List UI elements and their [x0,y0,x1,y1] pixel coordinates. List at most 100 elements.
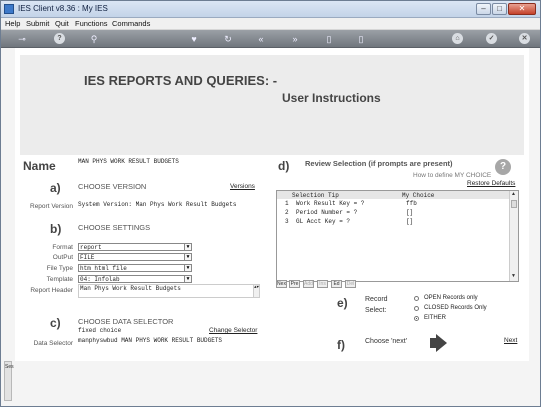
next-link[interactable]: Next [504,337,517,344]
delete-row-button[interactable]: Del [345,280,356,288]
close-icon[interactable]: ✕ [519,33,530,44]
session-tab[interactable]: Ses [5,364,14,370]
closed-records-radio[interactable] [414,306,419,311]
title-bar: IES Client v8.36 : My IES – □ ✕ [1,1,540,18]
edit-row-button[interactable]: Ed [331,280,342,288]
col-selection-tip: Selection Tip [292,192,339,199]
file-type-select[interactable]: htm html file ▼ [78,264,192,272]
output-select[interactable]: FILE ▼ [78,253,192,261]
close-window-button[interactable]: ✕ [508,3,536,15]
menu-help[interactable]: Help [5,19,20,28]
section-e-letter: e) [337,296,348,310]
fixed-choice-value: fixed choice [78,327,122,334]
insert-row-button[interactable]: Ins [317,280,328,288]
row-2-tip: Period Number = ? [296,209,358,216]
key-icon[interactable]: ⊸ [11,32,33,46]
chevron-down-icon: ▼ [184,244,191,250]
template-label: Template [46,276,73,283]
minimize-button[interactable]: – [476,3,491,15]
page-title: IES REPORTS AND QUERIES: - [84,73,278,88]
restore-defaults-link[interactable]: Restore Defaults [467,180,515,187]
help-icon[interactable]: ? [54,33,65,44]
menu-submit[interactable]: Submit [26,19,49,28]
report-header-input[interactable]: Man Phys Work Result Budgets ▲▼ [78,284,260,298]
section-d-letter: d) [278,159,290,173]
name-value: MAN PHYS WORK RESULT BUDGETS [78,158,179,165]
rewind-icon[interactable]: « [254,32,268,46]
output-label: OutPut [52,254,73,261]
home-icon[interactable]: ⌂ [452,33,463,44]
session-sidebar[interactable]: Ses [4,361,14,401]
row-1-choice[interactable]: ffb [406,200,417,207]
heart-icon[interactable]: ♥ [187,32,201,46]
section-a-letter: a) [50,181,61,195]
help-icon[interactable]: ? [495,159,511,175]
header-band: IES REPORTS AND QUERIES: - User Instruct… [20,55,524,155]
format-label: Format [52,244,73,251]
stop-icon-2[interactable]: ▯ [354,32,368,46]
choose-settings-heading: CHOOSE SETTINGS [78,223,151,232]
forward-icon[interactable]: » [288,32,302,46]
col-my-choice: My Choice [402,192,435,199]
scroll-thumb[interactable] [511,200,517,208]
scroll-up-icon[interactable]: ▲ [511,191,516,197]
report-version-value: System Version: Man Phys Work Result Bud… [78,201,237,208]
next-arrow-icon[interactable] [430,334,448,352]
menu-functions[interactable]: Functions [75,19,108,28]
stop-icon[interactable]: ▯ [322,32,336,46]
app-icon [4,4,14,14]
selection-grid[interactable]: Selection Tip My Choice 1 Work Result Ke… [276,190,519,282]
format-select[interactable]: report ▼ [78,243,192,251]
menu-bar: Help Submit Quit Functions Commands [1,18,540,30]
section-b-letter: b) [50,222,62,236]
row-2-choice[interactable]: [] [406,209,413,216]
chevron-down-icon: ▼ [184,276,191,282]
row-3-num: 3 [285,218,289,225]
scroll-arrows-icon[interactable]: ▲▼ [253,285,259,297]
refresh-icon[interactable]: ↻ [221,32,235,46]
menu-quit[interactable]: Quit [55,19,69,28]
add-row-button[interactable]: Add [303,280,314,288]
row-3-tip: GL Acct Key = ? [296,218,351,225]
prev-row-button[interactable]: Pre [289,280,300,288]
output-value: FILE [80,254,95,261]
data-selector-value: manphyswbud MAN PHYS WORK RESULT BUDGETS [78,337,223,344]
footer [1,363,540,406]
choose-next-label: Choose 'next' [365,338,407,345]
next-row-button[interactable]: Nex [276,280,287,288]
grid-scrollbar[interactable]: ▲ ▼ [509,191,518,281]
choose-data-selector-heading: CHOOSE DATA SELECTOR [78,317,174,326]
data-selector-label: Data Selector [33,340,73,347]
app-window: IES Client v8.36 : My IES – □ ✕ Help Sub… [0,0,541,407]
change-selector-link[interactable]: Change Selector [209,327,257,334]
either-label: EITHER [424,315,447,321]
chevron-down-icon: ▼ [184,265,191,271]
row-3-choice[interactable]: [] [406,218,413,225]
open-records-label: OPEN Records only [424,295,478,301]
open-records-radio[interactable] [414,296,419,301]
row-1-num: 1 [285,200,289,207]
search-icon[interactable]: ⚲ [87,32,101,46]
row-2-num: 2 [285,209,289,216]
review-selection-heading: Review Selection (if prompts are present… [305,159,453,168]
chevron-down-icon: ▼ [184,254,191,260]
section-c-letter: c) [50,316,61,330]
template-select[interactable]: 04: Infolab ▼ [78,275,192,283]
row-1-tip: Work Result Key = ? [296,200,365,207]
check-icon[interactable]: ✓ [486,33,497,44]
maximize-button[interactable]: □ [492,3,507,15]
grid-header: Selection Tip My Choice [277,191,511,199]
either-radio[interactable] [414,316,419,321]
report-header-value: Man Phys Work Result Budgets [80,285,181,292]
scroll-down-icon[interactable]: ▼ [511,273,516,279]
page-subtitle: User Instructions [282,91,381,105]
report-header-label: Report Header [30,287,73,294]
record-label: Record [365,296,388,303]
versions-link[interactable]: Versions [230,183,255,190]
menu-commands[interactable]: Commands [112,19,150,28]
window-title: IES Client v8.36 : My IES [18,4,108,13]
how-to-define-text: How to define MY CHOICE [413,172,492,179]
section-f-letter: f) [337,338,345,352]
closed-records-label: CLOSED Records Only [424,305,487,311]
choose-version-heading: CHOOSE VERSION [78,182,147,191]
